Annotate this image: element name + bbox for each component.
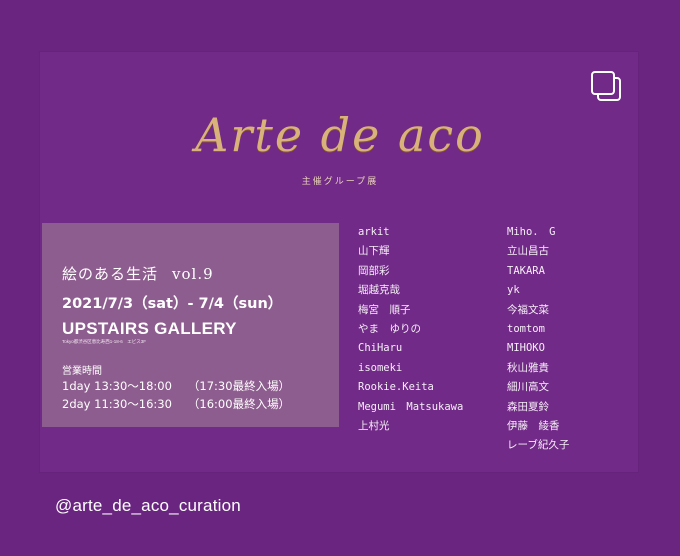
list-item: 立山昌古: [507, 245, 549, 258]
list-item: 梅宮 順子: [358, 303, 411, 316]
hours-day2-last: （16:00最終入場）: [187, 397, 291, 411]
event-info-box: 絵のある生活 vol.9 2021/7/3（sat）- 7/4（sun） UPST…: [42, 223, 339, 427]
list-item: Miho. G: [507, 226, 556, 238]
list-item: Rookie.Keita: [358, 381, 434, 394]
list-item: 秋山雅貴: [507, 361, 549, 374]
venue-name: UPSTAIRS GALLERY: [62, 319, 237, 338]
list-item: やま ゆりの: [358, 323, 421, 336]
event-subtitle: 主催グループ展: [301, 177, 379, 187]
hours-day2: 2day 11:30〜16:30 （16:00最終入場）: [62, 396, 290, 412]
hours-day2-time: 2day 11:30〜16:30: [62, 397, 172, 411]
list-item: 今福文菜: [507, 303, 549, 316]
list-item: MIHOKO: [507, 342, 545, 355]
list-item: レーブ紀久子: [507, 439, 570, 452]
artists-list-right: Miho. G 立山昌古 TAKARA yk 今福文菜 tomtom MIHOK…: [507, 223, 569, 456]
list-item: tomtom: [507, 323, 545, 336]
list-item: 山下輝: [358, 245, 390, 258]
event-title-text: 絵のある生活: [62, 265, 159, 283]
hours-day1: 1day 13:30〜18:00 （17:30最終入場）: [62, 378, 290, 394]
list-item: 伊藤 綾香: [507, 420, 560, 433]
event-volume: vol.9: [172, 265, 214, 283]
list-item: Megumi Matsukawa: [358, 400, 464, 413]
list-item: arkit: [358, 226, 390, 238]
hours-day1-last: （17:30最終入場）: [187, 379, 291, 393]
list-item: 岡部彩: [358, 264, 390, 277]
list-item: 森田夏鈴: [507, 400, 549, 413]
venue-address: Tokyo都渋谷区恵比寿西1-18-6 エビス3F: [62, 339, 147, 344]
list-item: ChiHaru: [358, 342, 403, 355]
artists-list-left: arkit 山下輝 岡部彩 堀越克哉 梅宮 順子 やま ゆりの ChiHaru …: [358, 223, 463, 436]
list-item: 上村光: [358, 420, 390, 433]
event-dates: 2021/7/3（sat）- 7/4（sun）: [62, 296, 283, 312]
multiple-images-icon: [590, 70, 621, 101]
hours-day1-time: 1day 13:30〜18:00: [62, 379, 172, 393]
brand-logo: Arte de aco: [195, 108, 485, 162]
list-item: TAKARA: [507, 264, 545, 277]
list-item: 堀越克哉: [358, 284, 400, 297]
list-item: isomeki: [358, 361, 403, 374]
list-item: yk: [507, 284, 520, 297]
list-item: 細川高文: [507, 381, 549, 394]
account-handle-link[interactable]: @arte_de_aco_curation: [55, 496, 241, 516]
hours-label: 営業時間: [62, 366, 102, 377]
event-title: 絵のある生活 vol.9: [62, 263, 214, 284]
